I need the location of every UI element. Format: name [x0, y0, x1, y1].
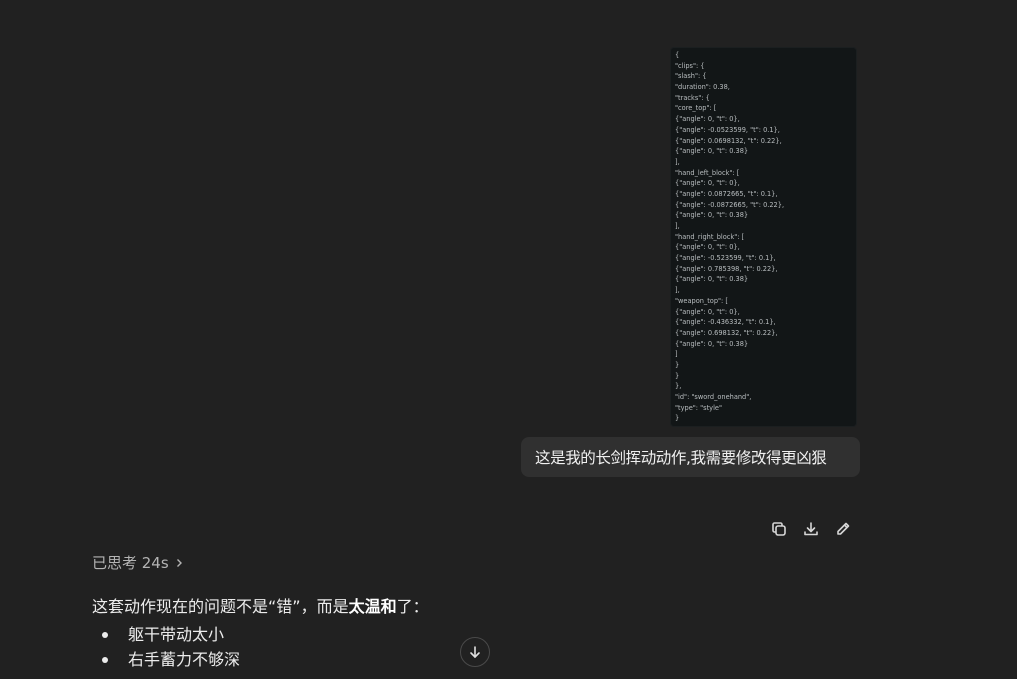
code-line: } — [675, 360, 680, 369]
chevron-right-icon — [176, 558, 182, 567]
answer-intro-prefix: 这套动作现在的问题不是“错”，而是 — [92, 597, 349, 616]
bullet-dot — [102, 631, 108, 638]
thought-toggle[interactable]: 已思考 24s — [92, 552, 183, 573]
code-line: } — [675, 371, 680, 380]
list-item: 右手蓄力不够深 — [92, 647, 240, 672]
code-line: ], — [675, 286, 680, 295]
edit-pencil-icon — [837, 522, 850, 535]
user-message-text: 这是我的长剑挥动动作,我需要修改得更凶狠 — [535, 449, 827, 467]
code-line: ] — [675, 350, 678, 359]
code-line: {"angle": 0, "t": 0.38} — [675, 147, 749, 156]
copy-icon — [772, 522, 786, 536]
answer-intro-bold: 太温和 — [348, 597, 397, 616]
answer-bullet-list: 躯干带动太小 右手蓄力不够深 — [92, 622, 240, 672]
code-line: "clips": { — [675, 61, 705, 70]
list-item-text: 躯干带动太小 — [128, 624, 225, 644]
code-line: {"angle": -0.523599, "t": 0.1}, — [675, 254, 776, 263]
code-line: {"angle": 0.785398, "t": 0.22}, — [675, 264, 778, 273]
code-line: {"angle": 0, "t": 0.38} — [675, 339, 749, 348]
code-line: { — [675, 51, 680, 59]
copy-button[interactable] — [768, 518, 790, 540]
code-line: {"angle": 0, "t": 0}, — [675, 179, 740, 188]
message-actions — [768, 518, 854, 540]
bullet-dot — [102, 656, 108, 663]
code-line: {"angle": 0, "t": 0}, — [675, 243, 740, 252]
code-line: "hand_left_block": [ — [675, 168, 740, 177]
answer-intro: 这套动作现在的问题不是“错”，而是太温和了： — [92, 593, 429, 617]
code-line: {"angle": 0, "t": 0.38} — [675, 211, 749, 220]
code-line: "hand_right_block": [ — [675, 232, 745, 241]
code-line: {"angle": 0, "t": 0}, — [675, 307, 740, 316]
list-item-text: 右手蓄力不够深 — [128, 649, 241, 669]
code-line: {"angle": -0.0872665, "t": 0.22}, — [675, 200, 785, 209]
code-line: "slash": { — [675, 72, 707, 81]
download-button[interactable] — [800, 518, 822, 540]
code-line: }, — [675, 382, 682, 391]
answer-intro-suffix: 了： — [396, 597, 429, 616]
code-line: {"angle": -0.436332, "t": 0.1}, — [675, 318, 776, 327]
arrow-down-icon — [470, 646, 480, 658]
code-preview-text: {"clips": {"slash": {"duration": 0.38, "t… — [671, 48, 856, 424]
code-line: {"angle": 0, "t": 0}, — [675, 115, 740, 124]
code-line: {"angle": 0.0698132, "t": 0.22}, — [675, 136, 782, 145]
code-line: "weapon_top": [ — [675, 296, 728, 305]
code-line: {"angle": 0, "t": 0.38} — [675, 275, 749, 284]
code-line: "type": "style" — [675, 403, 722, 412]
code-line: "core_top": [ — [675, 104, 717, 113]
code-line: ], — [675, 222, 680, 230]
user-message-bubble: 这是我的长剑挥动动作,我需要修改得更凶狠 — [521, 437, 860, 477]
code-line: "id": "sword_onehand", — [675, 393, 752, 401]
code-line: {"angle": -0.0523599, "t": 0.1}, — [675, 125, 780, 134]
code-line: {"angle": 0.0872665, "t": 0.1}, — [675, 189, 778, 198]
scroll-to-bottom-button[interactable] — [460, 637, 490, 667]
code-line: "tracks": { — [675, 93, 710, 102]
code-line: "duration": 0.38, — [675, 83, 730, 92]
code-line: } — [675, 414, 680, 423]
code-line: ], — [675, 157, 680, 166]
list-item: 躯干带动太小 — [92, 622, 240, 647]
edit-button[interactable] — [832, 518, 854, 540]
code-line: {"angle": 0.698132, "t": 0.22}, — [675, 328, 778, 337]
download-icon — [804, 522, 818, 536]
code-attachment-preview[interactable]: {"clips": {"slash": {"duration": 0.38, "t… — [671, 48, 856, 426]
thought-label: 已思考 24s — [92, 554, 169, 572]
